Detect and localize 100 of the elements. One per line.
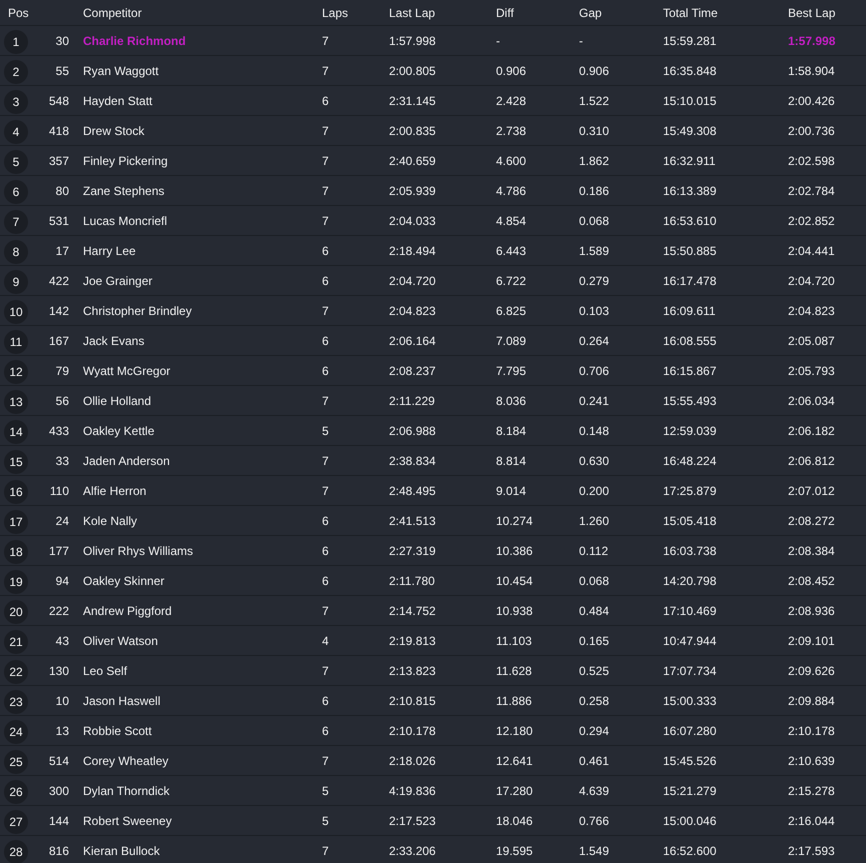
table-cell-text: 80 [54, 184, 70, 198]
table-cell-text: 0.165 [579, 634, 610, 648]
table-cell-text: 2:09.626 [788, 664, 836, 678]
table-cell-text: 2:16.044 [788, 814, 836, 828]
table-cell-text: 7 [322, 844, 330, 858]
table-cell-text: 17 [54, 244, 70, 258]
table-cell-text: 55 [54, 64, 70, 78]
competitor-name: Jaden Anderson [82, 454, 171, 468]
table-cell-text: 4.786 [496, 184, 528, 198]
table-cell-text: 0.766 [579, 814, 610, 828]
position-badge: 11 [4, 330, 28, 354]
table-cell-text: 94 [54, 574, 70, 588]
table-cell-text: 2:04.720 [389, 274, 437, 288]
position-badge: 4 [4, 120, 28, 144]
table-cell-text: 10:47.944 [663, 634, 718, 648]
table-cell-text: 2:04.033 [389, 214, 437, 228]
competitor-name: Kieran Bullock [82, 844, 161, 858]
table-cell-text: 6 [322, 94, 330, 108]
table-cell-text: 2:07.012 [788, 484, 836, 498]
competitor-name: Drew Stock [82, 124, 146, 138]
table-cell-text: 10.938 [496, 604, 534, 618]
table-cell-text: 6.443 [496, 244, 528, 258]
column-header: Last Lap [389, 6, 436, 20]
table-cell-text: 7 [322, 664, 330, 678]
table-cell-text: 2:10.178 [389, 724, 437, 738]
table-cell-text: 56 [54, 394, 70, 408]
table-cell-text: 2:06.182 [788, 424, 836, 438]
table-cell-text: 2:04.720 [788, 274, 836, 288]
table-cell-text: 2:19.813 [389, 634, 437, 648]
table-cell-text: 7.089 [496, 334, 528, 348]
table-cell-text: 0.068 [579, 574, 610, 588]
table-cell-text: 16:17.478 [663, 274, 718, 288]
competitor-name: Corey Wheatley [82, 754, 170, 768]
competitor-name: Oliver Rhys Williams [82, 544, 194, 558]
competitor-name: Oakley Kettle [82, 424, 156, 438]
table-cell-text: 418 [48, 124, 70, 138]
table-cell-text: 2:17.523 [389, 814, 437, 828]
table-cell-text: 0.310 [579, 124, 610, 138]
table-cell-text: 4 [322, 634, 330, 648]
table-cell-text: 4.639 [579, 784, 610, 798]
competitor-name: Robbie Scott [82, 724, 153, 738]
position-badge: 10 [4, 300, 28, 324]
position-badge: 19 [4, 570, 28, 594]
table-cell-text: 16:32.911 [663, 154, 716, 168]
competitor-name: Joe Grainger [82, 274, 154, 288]
position-badge: 8 [4, 240, 28, 264]
table-cell-text: 2:08.272 [788, 514, 836, 528]
table-cell-text: 7.795 [496, 364, 528, 378]
table-cell-text: 1.260 [579, 514, 610, 528]
competitor-name: Christopher Brindley [82, 304, 193, 318]
position-badge: 16 [4, 480, 28, 504]
table-cell-text: 79 [54, 364, 70, 378]
table-cell-text: 10.454 [496, 574, 534, 588]
table-cell-text: 2:18.026 [389, 754, 437, 768]
table-cell-text: 7 [322, 184, 330, 198]
table-cell-text: 2:05.793 [788, 364, 836, 378]
table-cell-text: 177 [48, 544, 70, 558]
table-cell-text: 2:02.784 [788, 184, 836, 198]
table-cell-text: 16:48.224 [663, 454, 718, 468]
table-cell-text: 15:00.333 [663, 694, 718, 708]
competitor-name: Robert Sweeney [82, 814, 173, 828]
competitor-name: Andrew Piggford [82, 604, 173, 618]
position-badge: 27 [4, 810, 28, 834]
column-header: Competitor [82, 6, 143, 20]
column-header: Total Time [663, 6, 719, 20]
position-badge: 3 [4, 90, 28, 114]
table-cell-text: 2.738 [496, 124, 528, 138]
position-badge: 25 [4, 750, 28, 774]
table-cell-text: 2:17.593 [788, 844, 836, 858]
table-cell-text: 15:00.046 [663, 814, 718, 828]
competitor-name: Jack Evans [82, 334, 146, 348]
table-cell-text: 7 [322, 304, 330, 318]
table-cell-text: 6 [322, 514, 330, 528]
table-cell-text: 2:05.087 [788, 334, 836, 348]
table-cell-text: 10 [54, 694, 70, 708]
table-cell-text: 6.722 [496, 274, 528, 288]
table-cell-text: 10.386 [496, 544, 534, 558]
table-cell-text: 24 [54, 514, 70, 528]
table-cell-text: 15:45.526 [663, 754, 718, 768]
competitor-name: Kole Nally [82, 514, 138, 528]
table-cell-text: 16:03.738 [663, 544, 718, 558]
position-badge: 26 [4, 780, 28, 804]
table-cell-text: 6.825 [496, 304, 528, 318]
column-header: Pos [7, 6, 30, 20]
table-cell-text: 16:09.611 [663, 304, 716, 318]
table-cell-text: 16:53.610 [663, 214, 718, 228]
position-badge: 14 [4, 420, 28, 444]
position-badge: 18 [4, 540, 28, 564]
table-cell-text: 16:35.848 [663, 64, 718, 78]
table-cell-text: 1.862 [579, 154, 610, 168]
table-cell-text: 6 [322, 574, 330, 588]
table-cell-text: 531 [48, 214, 70, 228]
table-cell-text: 6 [322, 544, 330, 558]
table-cell-text: 17:07.734 [663, 664, 718, 678]
table-cell-text: 1.522 [579, 94, 610, 108]
table-cell-text: 1.549 [579, 844, 610, 858]
table-cell-text: 14:20.798 [663, 574, 718, 588]
competitor-name: Oakley Skinner [82, 574, 166, 588]
table-cell-text: 2:04.441 [788, 244, 836, 258]
position-badge: 7 [4, 210, 28, 234]
